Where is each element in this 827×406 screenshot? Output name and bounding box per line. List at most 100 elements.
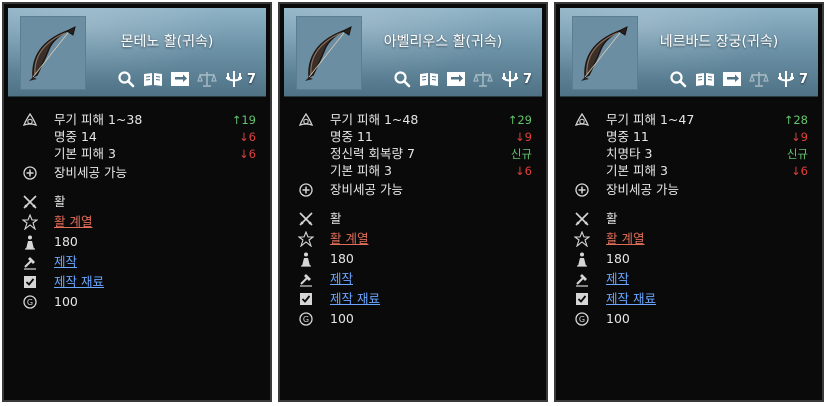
weapon-type-row-text: 활 <box>606 211 618 226</box>
enhance-row-text: 장비세공 가능 <box>54 165 127 180</box>
weapon-type-row: 활 <box>4 194 270 210</box>
stat-row-text: 무기 피해 1~38 <box>54 112 143 127</box>
weapon-type-row-text: 활 <box>54 194 66 209</box>
enhance-row: 장비세공 가능 <box>280 182 546 198</box>
stat-compare-value: 29 <box>517 113 532 127</box>
stat-compare: ↓6 <box>791 163 808 179</box>
item-title: 아벨리우스 활(귀속) <box>383 34 503 50</box>
stat-row-text: 기본 피해 3 <box>606 163 668 178</box>
arrow-down-icon: ↓ <box>239 130 249 144</box>
level-row: 180 <box>4 234 270 250</box>
stat-row: 무기 피해 1~38 ↑19 <box>4 112 270 128</box>
magnifier-icon[interactable] <box>667 69 689 89</box>
stat-row: 기본 피해 3 ↓6 <box>556 163 822 179</box>
arrow-down-icon: ↓ <box>791 130 801 144</box>
class-requirement-row-text[interactable]: 활 계열 <box>606 231 644 247</box>
item-tooltip-card: 아벨리우스 활(귀속) 7 무기 피해 1~48 ↑29 명중 11 ↓9 정신… <box>278 2 548 402</box>
stat-compare: ↑28 <box>784 112 808 128</box>
stat-compare-value: 6 <box>524 164 532 178</box>
item-title: 몬테노 활(귀속) <box>120 34 214 50</box>
craft-material-row-text[interactable]: 제작 재료 <box>54 274 104 290</box>
stat-row-text: 치명타 3 <box>606 146 653 161</box>
level-row-text: 180 <box>330 251 354 266</box>
coin-icon: G <box>574 311 590 327</box>
book-icon[interactable] <box>142 69 164 89</box>
circle-plus-icon <box>22 165 38 181</box>
tooltip-header: 아벨리우스 활(귀속) 7 <box>284 8 542 97</box>
swap-icon[interactable] <box>445 69 467 89</box>
level-row-text: 180 <box>54 234 78 249</box>
stat-compare: ↓9 <box>515 129 532 145</box>
stat-row-text: 무기 피해 1~48 <box>330 112 419 127</box>
class-requirement-row-text[interactable]: 활 계열 <box>330 231 368 247</box>
svg-text:G: G <box>27 298 33 307</box>
stat-compare-value: 신규 <box>510 147 532 161</box>
craft-row: 제작 <box>4 254 270 270</box>
stat-compare-value: 9 <box>524 130 532 144</box>
stat-compare: 신규 <box>787 146 808 162</box>
header-toolbar: 7 <box>667 68 808 90</box>
craft-material-row-text[interactable]: 제작 재료 <box>606 291 656 307</box>
stat-row-text: 기본 피해 3 <box>330 163 392 178</box>
stat-compare-value: 6 <box>248 130 256 144</box>
stat-compare-value: 9 <box>800 130 808 144</box>
craft-material-row-text[interactable]: 제작 재료 <box>330 291 380 307</box>
weapon-type-row: 활 <box>556 211 822 227</box>
enhance-row: 장비세공 가능 <box>4 165 270 181</box>
checkbox-icon <box>574 291 590 307</box>
stat-compare: ↑19 <box>232 112 256 128</box>
header-toolbar: 7 <box>391 68 532 90</box>
stat-row: 무기 피해 1~48 ↑29 <box>280 112 546 128</box>
class-requirement-row: 활 계열 <box>280 230 546 248</box>
price-row-text: 100 <box>606 311 630 326</box>
level-figure-icon <box>22 234 38 250</box>
arrow-up-icon: ↑ <box>507 113 518 127</box>
price-row: G 100 <box>4 294 270 310</box>
swap-icon[interactable] <box>721 69 743 89</box>
stat-row: 명중 11 ↓9 <box>556 129 822 145</box>
crossed-swords-icon <box>298 211 314 227</box>
book-icon[interactable] <box>418 69 440 89</box>
craft-row-text[interactable]: 제작 <box>606 271 629 287</box>
price-row: G 100 <box>280 311 546 327</box>
class-requirement-row: 활 계열 <box>556 230 822 248</box>
scale-icon <box>196 69 218 89</box>
craft-row-text[interactable]: 제작 <box>54 254 77 270</box>
checkbox-icon <box>298 291 314 307</box>
craft-row-text[interactable]: 제작 <box>330 271 353 287</box>
coin-icon: G <box>298 311 314 327</box>
level-row: 180 <box>556 251 822 267</box>
item-grade: 7 <box>246 71 256 87</box>
svg-text:G: G <box>303 315 309 324</box>
stat-compare-value: 신규 <box>786 147 808 161</box>
item-thumbnail <box>296 16 362 90</box>
triquetra-icon <box>22 112 38 128</box>
item-grade: 7 <box>522 71 532 87</box>
stat-row: 무기 피해 1~47 ↑28 <box>556 112 822 128</box>
craft-hammer-icon <box>574 271 590 287</box>
craft-hammer-icon <box>22 254 38 270</box>
swap-icon[interactable] <box>169 69 191 89</box>
stat-compare: ↓6 <box>239 146 256 162</box>
arrow-down-icon: ↓ <box>791 164 801 178</box>
book-icon[interactable] <box>694 69 716 89</box>
item-grade: 7 <box>798 71 808 87</box>
magnifier-icon[interactable] <box>391 69 413 89</box>
tooltip-header: 몬테노 활(귀속) 7 <box>8 8 266 97</box>
price-row-text: 100 <box>330 311 354 326</box>
enhance-row-text: 장비세공 가능 <box>330 182 403 197</box>
stat-row: 명중 11 ↓9 <box>280 129 546 145</box>
scale-icon <box>472 69 494 89</box>
class-requirement-row-text[interactable]: 활 계열 <box>54 214 92 230</box>
stat-row-text: 무기 피해 1~47 <box>606 112 695 127</box>
circle-plus-icon <box>574 182 590 198</box>
magnifier-icon[interactable] <box>115 69 137 89</box>
stat-compare-value: 28 <box>793 113 808 127</box>
craft-hammer-icon <box>298 271 314 287</box>
arrow-down-icon: ↓ <box>515 164 525 178</box>
arrow-down-icon: ↓ <box>239 147 249 161</box>
arrow-up-icon: ↑ <box>783 113 794 127</box>
item-tooltip-card: 네르바드 장궁(귀속) 7 무기 피해 1~47 ↑28 명중 11 ↓9 치명… <box>554 2 824 402</box>
item-thumbnail <box>20 16 86 90</box>
triquetra-icon <box>574 112 590 128</box>
